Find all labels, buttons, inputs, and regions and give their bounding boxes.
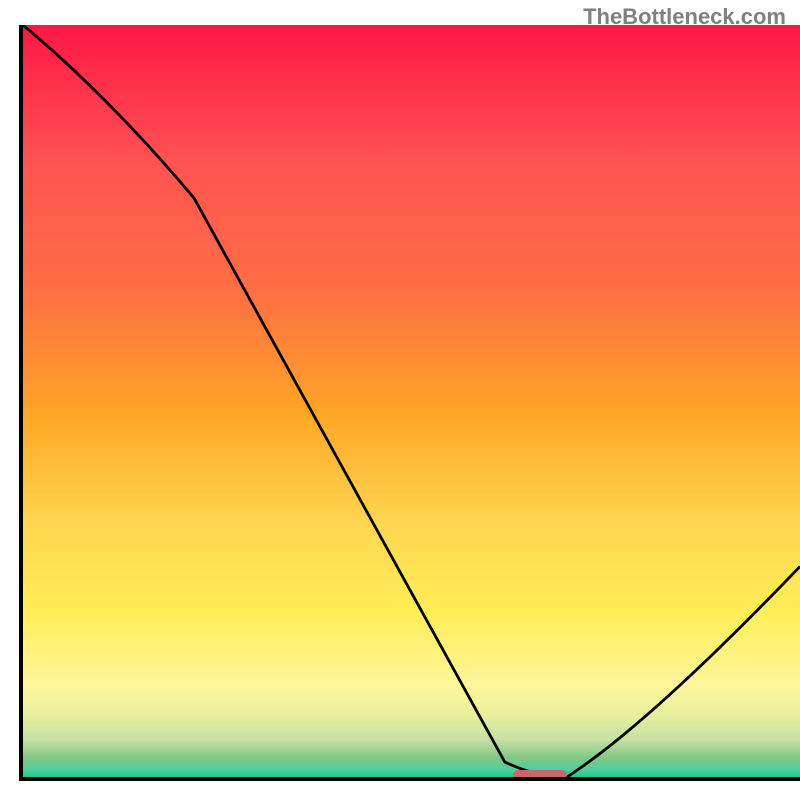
chart-container: TheBottleneck.com [0, 0, 800, 800]
bottleneck-curve [23, 25, 800, 777]
plot-area [19, 25, 800, 781]
sweet-spot-marker [513, 770, 567, 779]
curve-path [23, 25, 800, 777]
